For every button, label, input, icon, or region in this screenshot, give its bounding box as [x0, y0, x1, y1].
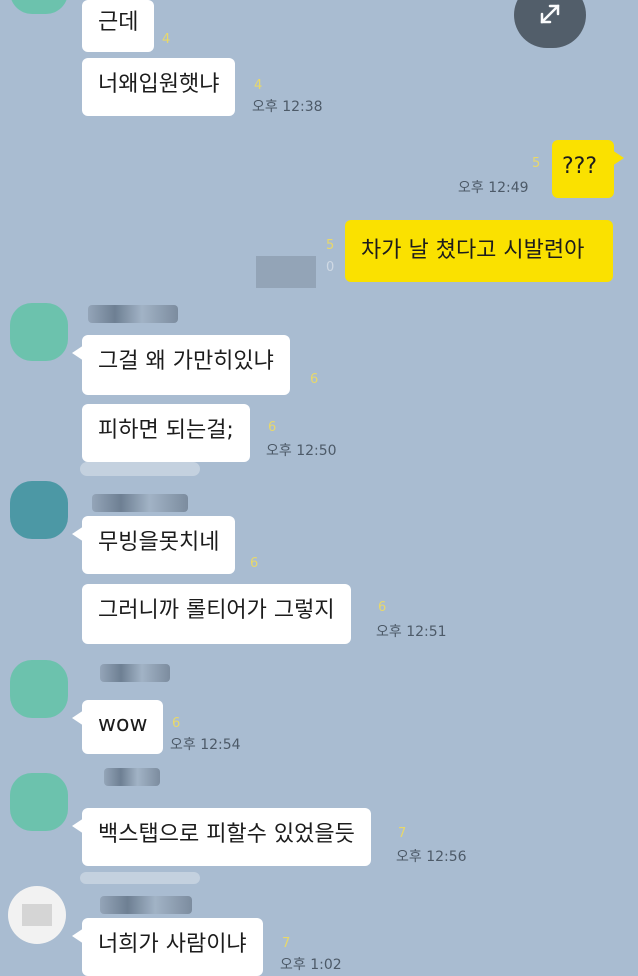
message-text: 백스탭으로 피할수 있었을듯 [98, 822, 355, 847]
avatar[interactable] [10, 773, 68, 831]
message-time: 오후 12:51 [376, 624, 447, 640]
my-message-bubble[interactable]: 차가 날 쳤다고 시발련아 [345, 220, 613, 282]
censor-blur [80, 462, 200, 476]
sender-name-blur [104, 768, 160, 786]
message-text: 너희가 사람이냐 [98, 932, 247, 957]
sender-name-blur [100, 896, 192, 914]
message-text: 그걸 왜 가만히있냐 [98, 349, 274, 374]
read-count: 6 [310, 372, 319, 387]
censor-blur [22, 904, 52, 926]
read-count: 5 [326, 238, 335, 253]
message-bubble[interactable]: 너왜입원햇냐 [82, 58, 236, 116]
message-text: ??? [562, 154, 598, 179]
my-message-bubble[interactable]: ??? [552, 140, 624, 198]
message-text: 무빙을못치네 [98, 530, 220, 555]
message-time: 오후 12:54 [170, 737, 241, 753]
censor-blur [256, 256, 316, 288]
message-text: 차가 날 쳤다고 시발련아 [361, 238, 585, 263]
message-time: 오후 12:38 [252, 99, 323, 115]
read-count: 5 [532, 156, 541, 171]
message-text: 피하면 되는걸; [98, 418, 234, 443]
sender-name-blur [88, 305, 178, 323]
message-bubble[interactable]: 너희가 사람이냐 [72, 918, 263, 976]
message-text: wow [98, 712, 148, 737]
message-time: 오후 12:50 [266, 443, 337, 459]
unread-count: 0 [326, 260, 335, 275]
avatar[interactable] [10, 660, 68, 718]
censor-blur [80, 872, 200, 884]
expand-arrows-icon [540, 4, 560, 24]
message-time: 오후 1:02 [280, 957, 342, 973]
read-count: 7 [282, 936, 291, 951]
read-count: 6 [268, 420, 277, 435]
avatar[interactable] [10, 303, 68, 361]
message-time: 오후 12:49 [458, 180, 529, 196]
read-count: 4 [162, 32, 171, 47]
sender-name-blur [92, 494, 188, 512]
message-text: 근데 [98, 10, 139, 35]
read-count: 4 [254, 78, 263, 93]
avatar[interactable] [10, 481, 68, 539]
avatar[interactable] [8, 886, 66, 944]
read-count: 6 [378, 600, 387, 615]
message-bubble[interactable]: 백스탭으로 피할수 있었을듯 [72, 808, 371, 866]
message-text: 그러니까 롤티어가 그렇지 [98, 598, 335, 623]
read-count: 6 [172, 716, 181, 731]
read-count: 6 [250, 556, 259, 571]
avatar[interactable] [10, 0, 68, 14]
message-bubble[interactable]: wow [71, 700, 164, 754]
message-bubble[interactable]: 그걸 왜 가만히있냐 [72, 335, 290, 395]
message-bubble[interactable]: 피하면 되는걸; [82, 404, 250, 462]
sender-name-blur [100, 664, 170, 682]
message-bubble[interactable]: 근데 [82, 0, 155, 52]
message-bubble[interactable]: 무빙을못치네 [71, 516, 236, 574]
expand-button[interactable] [514, 0, 586, 48]
message-time: 오후 12:56 [396, 849, 467, 865]
message-bubble[interactable]: 그러니까 롤티어가 그렇지 [82, 584, 351, 644]
read-count: 7 [398, 826, 407, 841]
message-text: 너왜입원햇냐 [98, 72, 220, 97]
